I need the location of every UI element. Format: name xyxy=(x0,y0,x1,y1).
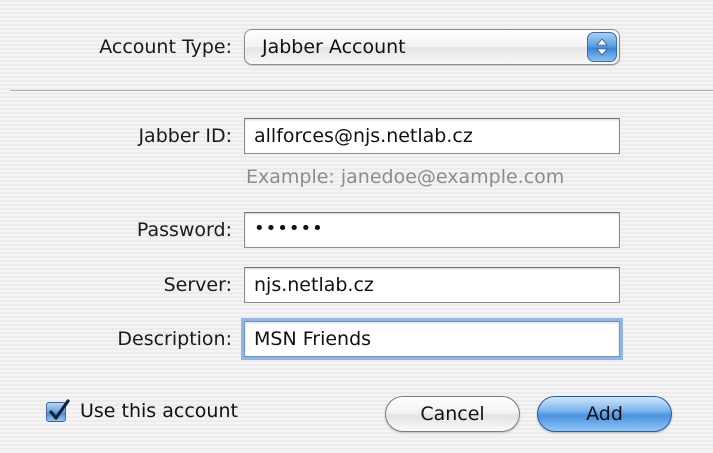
use-account-label[interactable]: Use this account xyxy=(80,400,238,422)
account-type-label: Account Type: xyxy=(99,36,232,58)
add-button[interactable]: Add xyxy=(537,396,672,432)
jabber-id-field[interactable]: allforces@njs.netlab.cz xyxy=(244,118,620,154)
jabber-id-example-hint: Example: janedoe@example.com xyxy=(246,166,565,188)
server-field[interactable]: njs.netlab.cz xyxy=(244,267,620,303)
jabber-id-label: Jabber ID: xyxy=(138,125,232,147)
use-account-checkbox[interactable] xyxy=(46,399,70,422)
section-divider xyxy=(10,90,713,92)
account-type-value: Jabber Account xyxy=(262,36,406,58)
cancel-button[interactable]: Cancel xyxy=(385,396,520,432)
up-down-arrows-icon xyxy=(587,32,617,62)
checkmark-icon xyxy=(49,399,70,420)
password-field[interactable]: •••••• xyxy=(244,212,620,248)
description-field[interactable]: MSN Friends xyxy=(244,321,620,357)
password-label: Password: xyxy=(136,219,232,241)
account-dialog: Account Type: Jabber Account Jabber ID: … xyxy=(0,0,713,453)
server-label: Server: xyxy=(163,274,232,296)
account-type-popup[interactable]: Jabber Account xyxy=(244,29,620,65)
description-label: Description: xyxy=(117,328,232,350)
